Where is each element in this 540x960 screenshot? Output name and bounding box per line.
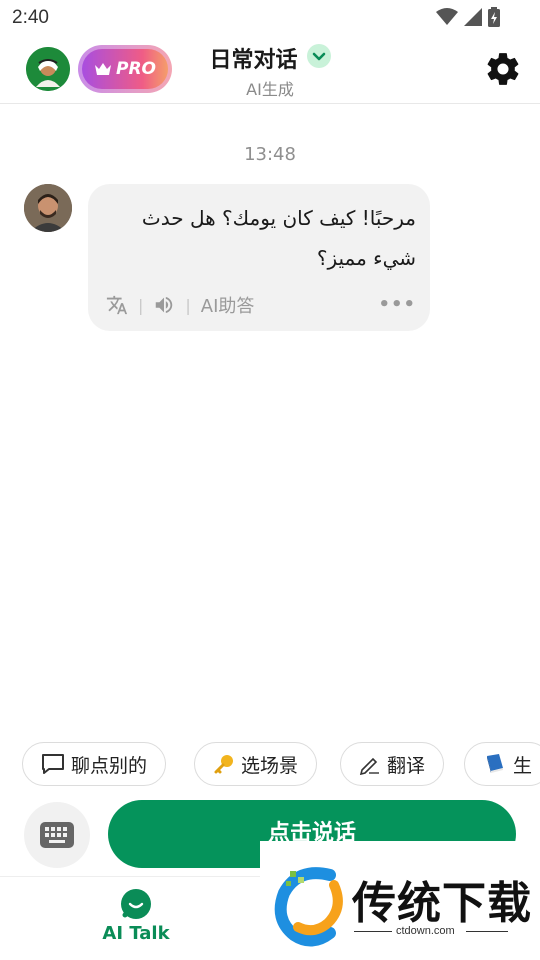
status-bar: 2:40 — [0, 0, 540, 36]
user-avatar[interactable] — [26, 47, 70, 91]
suggestion-chips: 聊点别的 选场景 翻译 生 — [22, 742, 540, 786]
more-icon[interactable]: ••• — [378, 294, 416, 315]
crown-icon — [94, 63, 111, 75]
chat-icon — [121, 889, 151, 919]
nav-item-label: AI Talk — [102, 923, 170, 944]
pen-icon — [359, 757, 379, 775]
watermark: 传统下载 ctdown.com — [260, 841, 540, 960]
battery-charging-icon — [488, 7, 500, 27]
chip-change-topic[interactable]: 聊点别的 — [22, 742, 167, 786]
divider — [466, 931, 508, 932]
chat-bubble-icon — [42, 754, 64, 774]
message-actions: | | AI助答 — [106, 292, 254, 318]
conversation-selector[interactable]: 日常对话 AI生成 — [190, 42, 350, 100]
wifi-icon — [436, 8, 458, 25]
status-time: 2:40 — [12, 7, 49, 28]
chip-label: 选场景 — [241, 754, 299, 777]
pro-badge[interactable]: PRO — [78, 45, 172, 93]
cell-signal-icon — [464, 8, 482, 26]
bot-avatar[interactable] — [24, 184, 72, 232]
watermark-domain: ctdown.com — [396, 925, 455, 937]
settings-gear-icon — [487, 53, 519, 85]
chat-timestamp: 13:48 — [244, 144, 296, 165]
chevron-down-icon[interactable] — [306, 44, 331, 68]
page-subtitle: AI生成 — [246, 80, 294, 99]
settings-button[interactable] — [484, 50, 522, 88]
chip-vocabulary[interactable]: 生 — [464, 742, 540, 786]
message-bubble[interactable]: مرحبًا! كيف كان يومك؟ هل حدث شيء مميز؟ |… — [88, 184, 430, 331]
book-icon — [487, 754, 503, 773]
divider: | — [185, 295, 191, 315]
divider — [354, 931, 392, 932]
speaker-icon[interactable] — [153, 294, 175, 316]
nav-item-ai-talk[interactable]: AI Talk — [96, 889, 176, 944]
watermark-logo — [274, 867, 343, 947]
pro-label: PRO — [115, 59, 156, 79]
watermark-text: 传统下载 — [352, 878, 532, 929]
key-icon — [214, 755, 233, 774]
keyboard-icon — [40, 822, 74, 848]
page-title: 日常对话 — [209, 48, 298, 73]
chip-label: 生 — [513, 754, 533, 777]
chip-choose-scene[interactable]: 选场景 — [194, 742, 318, 786]
chip-translate[interactable]: 翻译 — [340, 742, 445, 786]
keyboard-button[interactable] — [24, 802, 90, 868]
ai-help-button[interactable]: AI助答 — [201, 292, 255, 318]
app-header: PRO 日常对话 AI生成 — [0, 36, 540, 104]
chip-label: 翻译 — [387, 754, 426, 777]
divider: | — [138, 295, 144, 315]
status-icons — [436, 7, 500, 27]
message-text: مرحبًا! كيف كان يومك؟ هل حدث شيء مميز؟ — [141, 206, 416, 270]
chip-label: 聊点别的 — [71, 754, 148, 777]
translate-icon[interactable] — [106, 294, 128, 316]
